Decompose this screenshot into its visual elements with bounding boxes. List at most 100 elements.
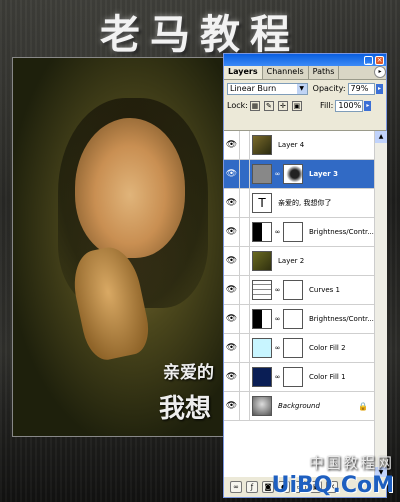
close-icon[interactable]: × [375,55,384,65]
opacity-slider-arrow-icon[interactable]: ▸ [376,83,383,94]
color-fill-swatch [252,338,272,358]
layer-row[interactable]: 👁 ∞ Brightness/Contr... [224,217,374,247]
layer-name: Color Fill 1 [309,373,346,381]
layer-mask-thumbnail [283,222,303,242]
fill-label: Fill: [319,101,334,110]
lock-transparency-icon[interactable]: ▦ [249,100,260,111]
minimize-icon[interactable]: _ [364,55,373,65]
layer-name: Brightness/Contr... [309,228,374,236]
eye-icon[interactable]: 👁 [224,333,240,363]
eye-icon[interactable]: 👁 [224,217,240,247]
lock-row: Lock: ▦ ✎ ✛ ▣ Fill: 100% ▸ [224,97,386,114]
layer-thumbnail [252,164,272,184]
tab-channels[interactable]: Channels [263,66,309,79]
watermark: 中国教程网 UiBQ.CoM [272,452,394,498]
blend-mode-select[interactable]: Linear Burn ▼ [227,82,308,95]
layer-thumbnail [252,396,272,416]
eye-icon[interactable]: 👁 [224,130,240,160]
scroll-up-icon[interactable]: ▲ [375,131,387,143]
opacity-input[interactable]: 79% [347,82,376,95]
layers-scrollbar[interactable]: ▲ ▼ [374,131,387,479]
artwork-caption-line1: 亲爱的 [163,363,214,383]
layer-style-icon[interactable]: ƒ [246,481,258,493]
layer-link-cell[interactable] [240,275,250,305]
layer-row[interactable]: 👁 ∞ Color Fill 1 [224,362,374,392]
link-layers-icon[interactable]: ∞ [230,481,242,493]
tab-layers[interactable]: Layers [224,66,263,79]
layer-row[interactable]: 👁 Layer 2 [224,246,374,276]
opacity-label: Opacity: [312,84,346,93]
eye-icon[interactable]: 👁 [224,304,240,334]
layers-panel: _ × Layers Channels Paths ▸ Linear Burn … [223,53,387,498]
lock-position-icon[interactable]: ✛ [277,100,288,111]
adjustment-layer-icon [252,222,272,242]
layer-row[interactable]: 👁 ∞ Curves 1 [224,275,374,305]
layer-link-cell[interactable] [240,391,250,421]
layer-name: Brightness/Contr... [309,315,374,323]
layer-link-cell[interactable] [240,304,250,334]
eye-icon[interactable]: 👁 [224,188,240,218]
watermark-line1: 中国教程网 [308,454,394,472]
layer-thumbnail [252,251,272,271]
blend-mode-value: Linear Burn [230,84,277,93]
layer-row[interactable]: 👁 ∞ Brightness/Contr... [224,304,374,334]
layer-link-cell[interactable] [240,246,250,276]
chain-link-icon[interactable]: ∞ [274,373,281,381]
layer-row[interactable]: 👁 Layer 4 [224,130,374,160]
eye-icon[interactable]: 👁 [224,159,240,189]
banner-title: 老马教程 [100,11,300,58]
adjustment-layer-icon [252,309,272,329]
eye-icon[interactable]: 👁 [224,391,240,421]
blend-row: Linear Burn ▼ Opacity: 79% ▸ [224,80,386,97]
panel-menu-icon[interactable]: ▸ [374,66,386,78]
layer-name: Background [278,402,320,410]
layer-mask-thumbnail [283,367,303,387]
chain-link-icon[interactable]: ∞ [274,344,281,352]
layer-link-cell[interactable] [240,362,250,392]
chain-link-icon[interactable]: ∞ [274,170,281,178]
lock-pixels-icon[interactable]: ✎ [263,100,274,111]
chain-link-icon[interactable]: ∞ [274,286,281,294]
layer-mask-thumbnail [283,280,303,300]
layer-mask-thumbnail [283,309,303,329]
layer-name: Layer 2 [278,257,305,265]
eye-icon[interactable]: 👁 [224,246,240,276]
layer-name: 亲爱的, 我想你了 [278,199,332,207]
layer-name: Layer 4 [278,141,305,149]
layer-link-cell[interactable] [240,188,250,218]
eye-icon[interactable]: 👁 [224,362,240,392]
lock-label: Lock: [227,101,248,110]
tab-paths[interactable]: Paths [309,66,340,79]
curves-icon [252,280,272,300]
fill-input[interactable]: 100% [335,99,364,112]
brush-icon[interactable] [240,159,250,189]
lock-icon: 🔒 [358,401,368,411]
chain-link-icon[interactable]: ∞ [274,228,281,236]
layer-row-selected[interactable]: 👁 ∞ Layer 3 [224,159,374,189]
fill-slider-arrow-icon[interactable]: ▸ [364,100,372,111]
layer-row[interactable]: 👁 ∞ Color Fill 2 [224,333,374,363]
eye-icon[interactable]: 👁 [224,275,240,305]
layer-thumbnail [252,135,272,155]
chain-link-icon[interactable]: ∞ [274,315,281,323]
chevron-down-icon: ▼ [296,83,307,94]
lock-all-icon[interactable]: ▣ [291,100,302,111]
layer-name: Color Fill 2 [309,344,346,352]
layer-link-cell[interactable] [240,217,250,247]
layer-row[interactable]: 👁 T 亲爱的, 我想你了 [224,188,374,218]
layer-link-cell[interactable] [240,333,250,363]
panel-titlebar: _ × [224,54,386,66]
artwork-face [75,118,185,258]
layer-link-cell[interactable] [240,130,250,160]
artwork-caption-line2: 我想 [159,394,212,424]
layer-row[interactable]: 👁 Background 🔒 [224,391,374,421]
layer-mask-thumbnail [283,164,303,184]
panel-tabs: Layers Channels Paths ▸ [224,66,386,80]
layer-name: Curves 1 [309,286,340,294]
layer-mask-thumbnail [283,338,303,358]
layers-list: 👁 Layer 4 👁 ∞ Layer 3 👁 T 亲爱的, 我想你了 👁 ∞ [224,130,387,479]
color-fill-swatch [252,367,272,387]
text-layer-icon: T [252,193,272,213]
watermark-line2: UiBQ.CoM [271,473,394,498]
artwork-canvas: 亲爱的 我想 [12,57,232,437]
